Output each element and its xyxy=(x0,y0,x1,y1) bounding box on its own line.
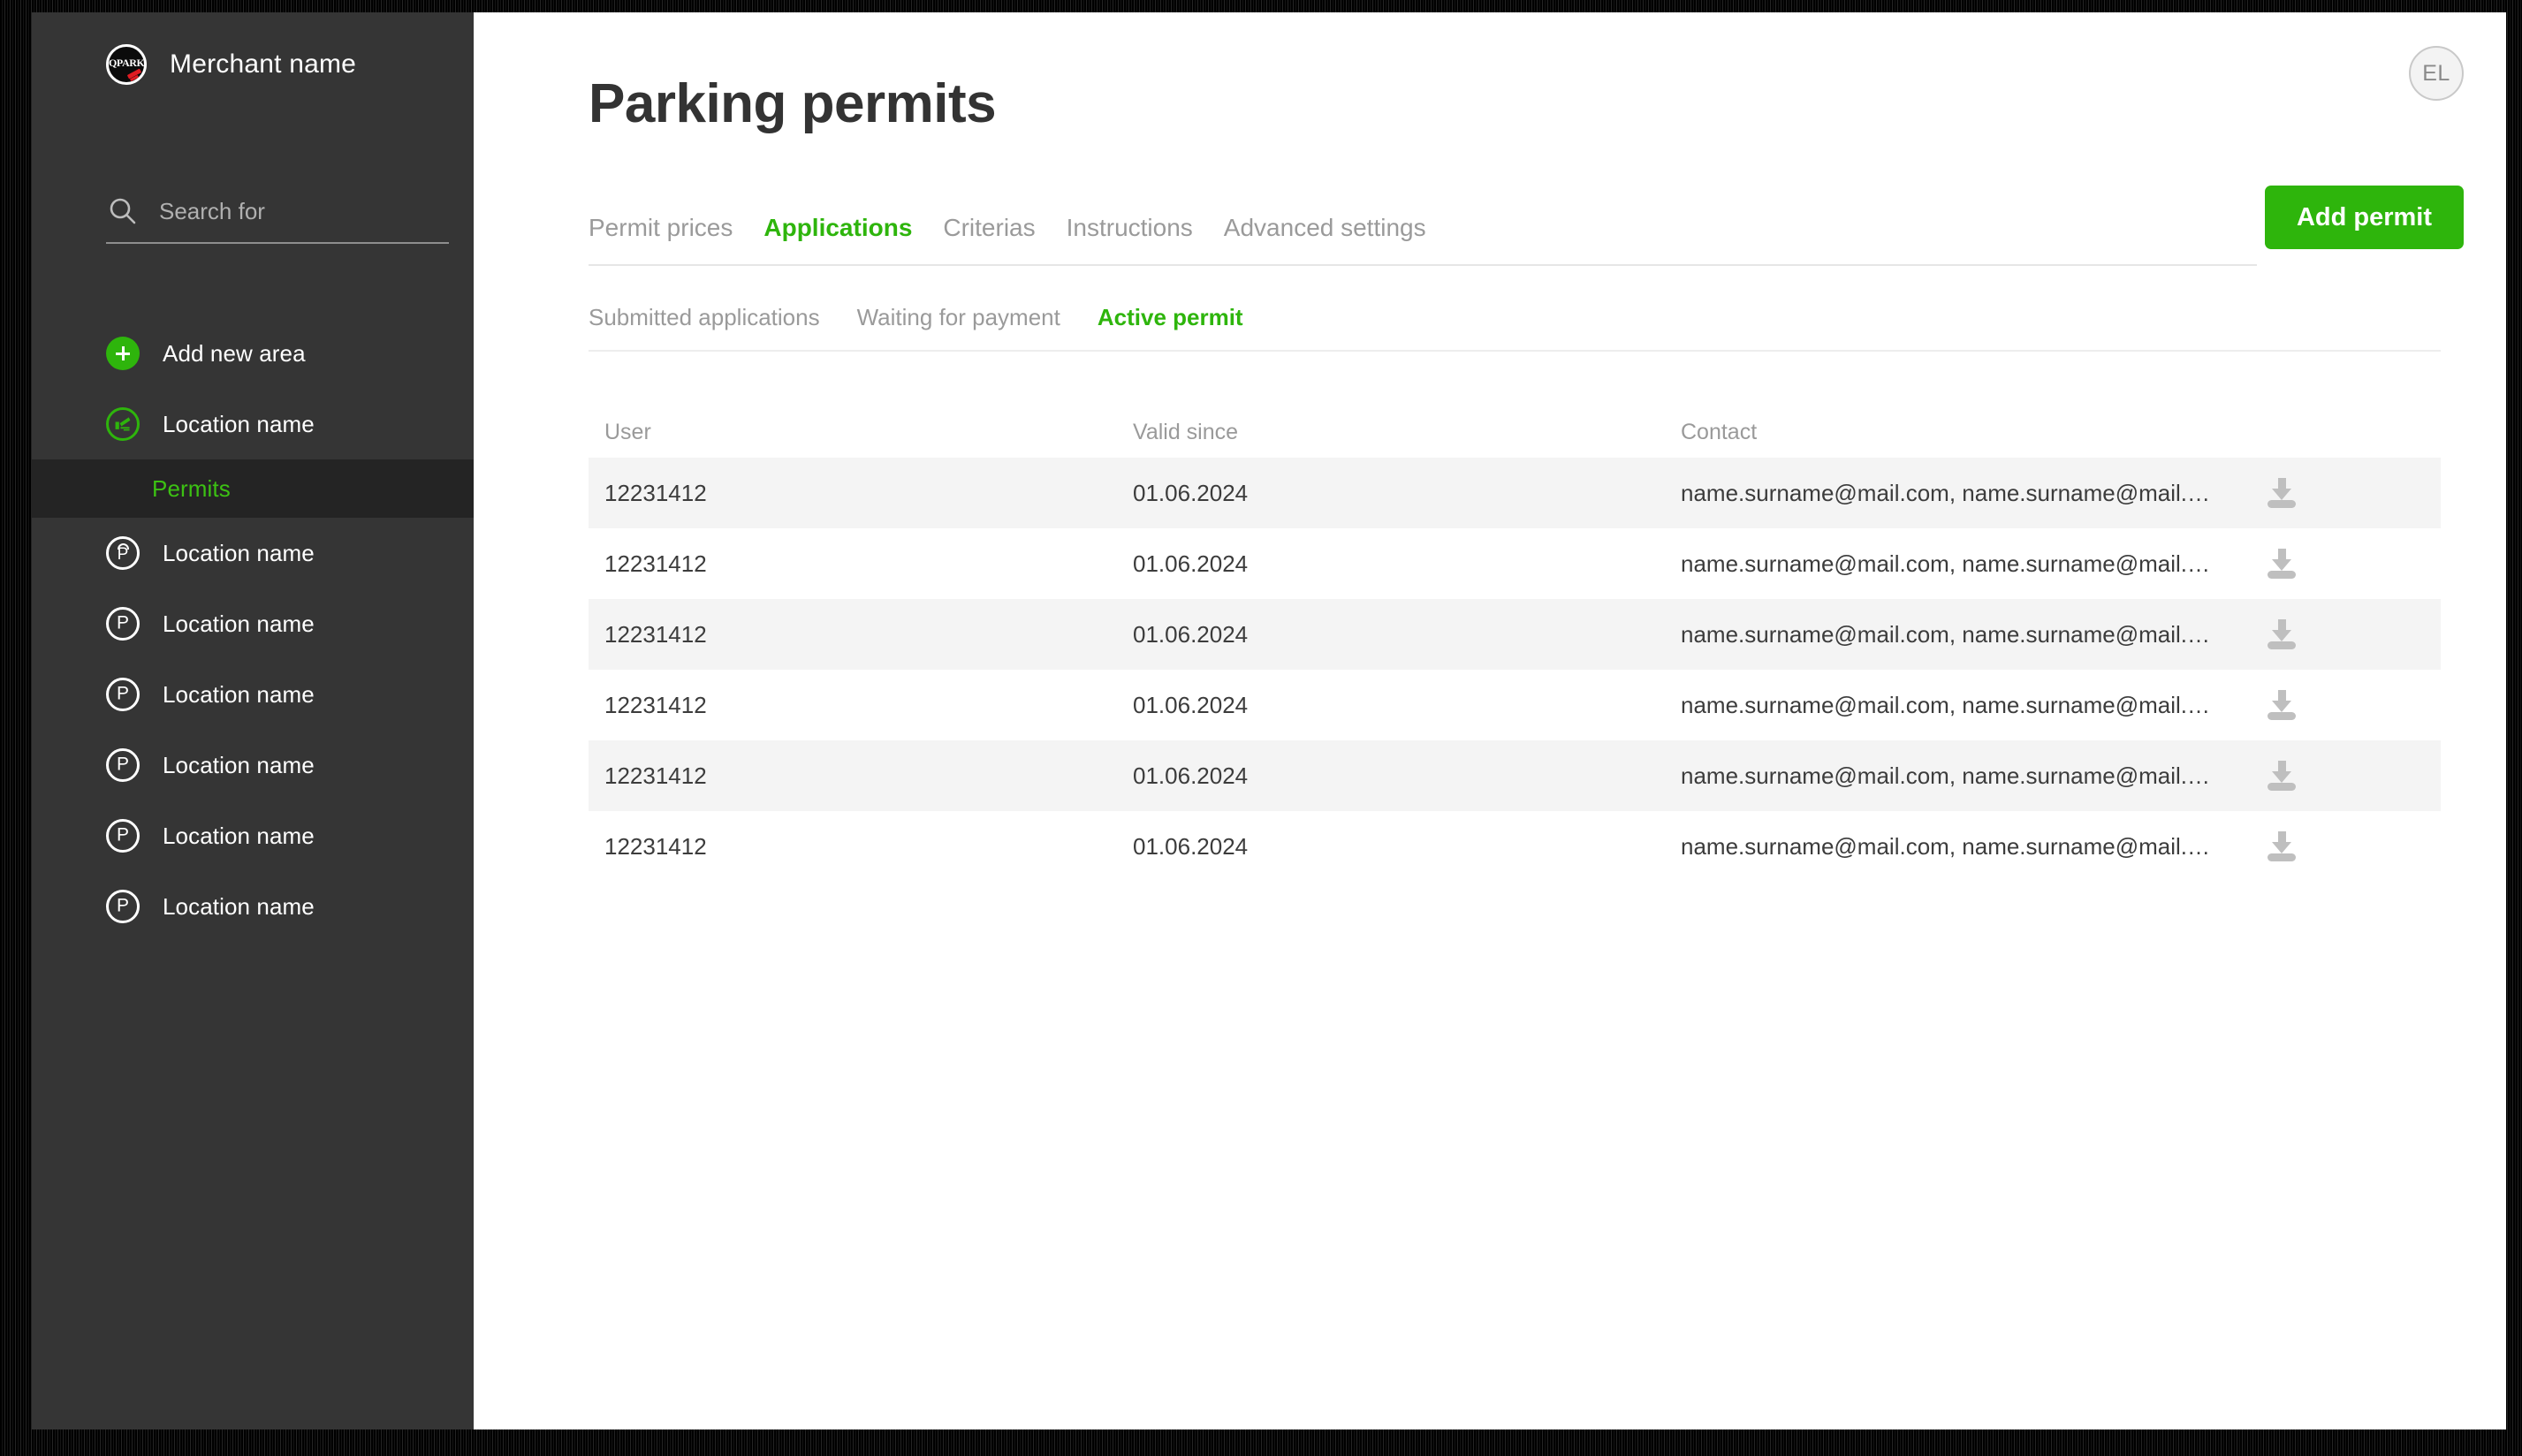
search-icon xyxy=(110,198,136,224)
sidebar-item-label: Location name xyxy=(163,892,315,920)
sidebar-item-location-5[interactable]: P Location name xyxy=(32,730,474,800)
download-button[interactable] xyxy=(2211,830,2352,862)
search-field[interactable] xyxy=(106,194,449,244)
p-letter: P xyxy=(116,754,129,775)
sidebar-item-location-2[interactable]: P Location name xyxy=(32,518,474,588)
cell-valid-since: 01.06.2024 xyxy=(1133,762,1249,789)
subtab-active-permit[interactable]: Active permit xyxy=(1098,304,1243,331)
sidebar-item-location-6[interactable]: P Location name xyxy=(32,800,474,871)
tab-applications[interactable]: Applications xyxy=(763,214,912,242)
add-permit-button[interactable]: Add permit xyxy=(2264,186,2464,249)
parking-icon: P xyxy=(106,678,140,711)
sidebar-item-label: Location name xyxy=(163,751,315,778)
brand[interactable]: QPARK Merchant name xyxy=(32,12,474,85)
download-button[interactable] xyxy=(2211,618,2352,650)
cell-contact: name.surname@mail.com, name.surname@mail… xyxy=(1681,550,2211,577)
cell-user: 12231412 xyxy=(604,550,707,577)
subtab-submitted-applications[interactable]: Submitted applications xyxy=(589,304,820,331)
p-letter: P xyxy=(116,895,129,916)
parking-icon: P xyxy=(106,607,140,641)
column-header-user: User xyxy=(604,419,651,444)
merchant-name: Merchant name xyxy=(170,49,357,79)
table-row[interactable]: 12231412 01.06.2024 name.surname@mail.co… xyxy=(589,740,2441,811)
sidebar-item-add-new-area[interactable]: Add new area xyxy=(32,318,474,389)
sidebar-item-location-1[interactable]: Location name xyxy=(32,389,474,459)
parking-icon: P xyxy=(106,819,140,853)
sidebar-item-location-3[interactable]: P Location name xyxy=(32,588,474,659)
p-letter: P xyxy=(117,544,129,564)
p-letter: P xyxy=(116,824,129,846)
table-row[interactable]: 12231412 01.06.2024 name.surname@mail.co… xyxy=(589,528,2441,599)
cell-contact: name.surname@mail.com, name.surname@mail… xyxy=(1681,479,2211,506)
cell-user: 12231412 xyxy=(604,762,707,789)
main-content: EL Parking permits Permit prices Applica… xyxy=(474,12,2506,1429)
table-row[interactable]: 12231412 01.06.2024 name.surname@mail.co… xyxy=(589,599,2441,670)
window-shadow-frame: QPARK Merchant name Add new area xyxy=(0,0,2522,1456)
table-row[interactable]: 12231412 01.06.2024 name.surname@mail.co… xyxy=(589,670,2441,740)
parking-icon: P xyxy=(106,890,140,923)
table-header-row: User Valid since Contact xyxy=(589,406,2441,458)
p-letter: P xyxy=(116,612,129,633)
tab-instructions[interactable]: Instructions xyxy=(1067,214,1193,242)
cell-user: 12231412 xyxy=(604,620,707,648)
cell-user: 12231412 xyxy=(604,832,707,860)
cell-user: 12231412 xyxy=(604,479,707,506)
search-input[interactable] xyxy=(159,197,442,225)
sidebar-item-label: Location name xyxy=(163,410,315,437)
download-icon[interactable] xyxy=(2267,618,2297,650)
download-icon[interactable] xyxy=(2267,548,2297,580)
app-window: QPARK Merchant name Add new area xyxy=(32,12,2506,1429)
cell-valid-since: 01.06.2024 xyxy=(1133,691,1249,718)
cell-valid-since: 01.06.2024 xyxy=(1133,550,1249,577)
tabs-divider xyxy=(589,264,2257,266)
sidebar-item-label: Add new area xyxy=(163,339,306,367)
qpark-logo-icon: QPARK xyxy=(106,44,147,85)
avatar[interactable]: EL xyxy=(2409,46,2464,101)
tab-criterias[interactable]: Criterias xyxy=(943,214,1035,242)
table-row[interactable]: 12231412 01.06.2024 name.surname@mail.co… xyxy=(589,458,2441,528)
cell-contact: name.surname@mail.com, name.surname@mail… xyxy=(1681,620,2211,648)
download-button[interactable] xyxy=(2211,689,2352,721)
sidebar-nav: Add new area Location name Permits P Loc… xyxy=(32,318,474,942)
cell-valid-since: 01.06.2024 xyxy=(1133,620,1249,648)
download-icon[interactable] xyxy=(2267,830,2297,862)
download-button[interactable] xyxy=(2211,477,2352,509)
cell-valid-since: 01.06.2024 xyxy=(1133,832,1249,860)
sidebar-item-label: Location name xyxy=(163,539,315,566)
tab-permit-prices[interactable]: Permit prices xyxy=(589,214,733,242)
sidebar-item-label: Location name xyxy=(163,680,315,708)
page-title: Parking permits xyxy=(589,73,997,134)
sidebar-item-location-4[interactable]: P Location name xyxy=(32,659,474,730)
sidebar-item-label: Location name xyxy=(163,822,315,849)
tab-advanced-settings[interactable]: Advanced settings xyxy=(1224,214,1426,242)
permits-table: User Valid since Contact 12231412 01.06.… xyxy=(589,406,2441,882)
column-header-contact: Contact xyxy=(1681,419,1758,444)
download-icon[interactable] xyxy=(2267,760,2297,792)
cell-valid-since: 01.06.2024 xyxy=(1133,479,1249,506)
download-button[interactable] xyxy=(2211,548,2352,580)
table-row[interactable]: 12231412 01.06.2024 name.surname@mail.co… xyxy=(589,811,2441,882)
sidebar-item-label: Permits xyxy=(152,474,231,502)
parking-icon: P xyxy=(106,748,140,782)
sidebar-item-label: Location name xyxy=(163,610,315,637)
primary-tabs: Permit prices Applications Criterias Ins… xyxy=(589,196,1426,242)
cell-contact: name.surname@mail.com, name.surname@mail… xyxy=(1681,762,2211,789)
download-button[interactable] xyxy=(2211,760,2352,792)
sidebar: QPARK Merchant name Add new area xyxy=(32,12,474,1429)
cell-contact: name.surname@mail.com, name.surname@mail… xyxy=(1681,832,2211,860)
subtabs-divider xyxy=(589,350,2441,352)
parking-wifi-icon: P xyxy=(106,536,140,570)
column-header-valid-since: Valid since xyxy=(1133,419,1239,444)
subtab-waiting-for-payment[interactable]: Waiting for payment xyxy=(857,304,1060,331)
barrier-circle-icon xyxy=(106,407,140,441)
p-letter: P xyxy=(116,683,129,704)
cell-user: 12231412 xyxy=(604,691,707,718)
sidebar-item-location-7[interactable]: P Location name xyxy=(32,871,474,942)
plus-circle-icon xyxy=(106,337,140,370)
secondary-tabs: Submitted applications Waiting for payme… xyxy=(589,297,1243,337)
download-icon[interactable] xyxy=(2267,477,2297,509)
download-icon[interactable] xyxy=(2267,689,2297,721)
sidebar-item-permits[interactable]: Permits xyxy=(32,459,474,518)
cell-contact: name.surname@mail.com, name.surname@mail… xyxy=(1681,691,2211,718)
